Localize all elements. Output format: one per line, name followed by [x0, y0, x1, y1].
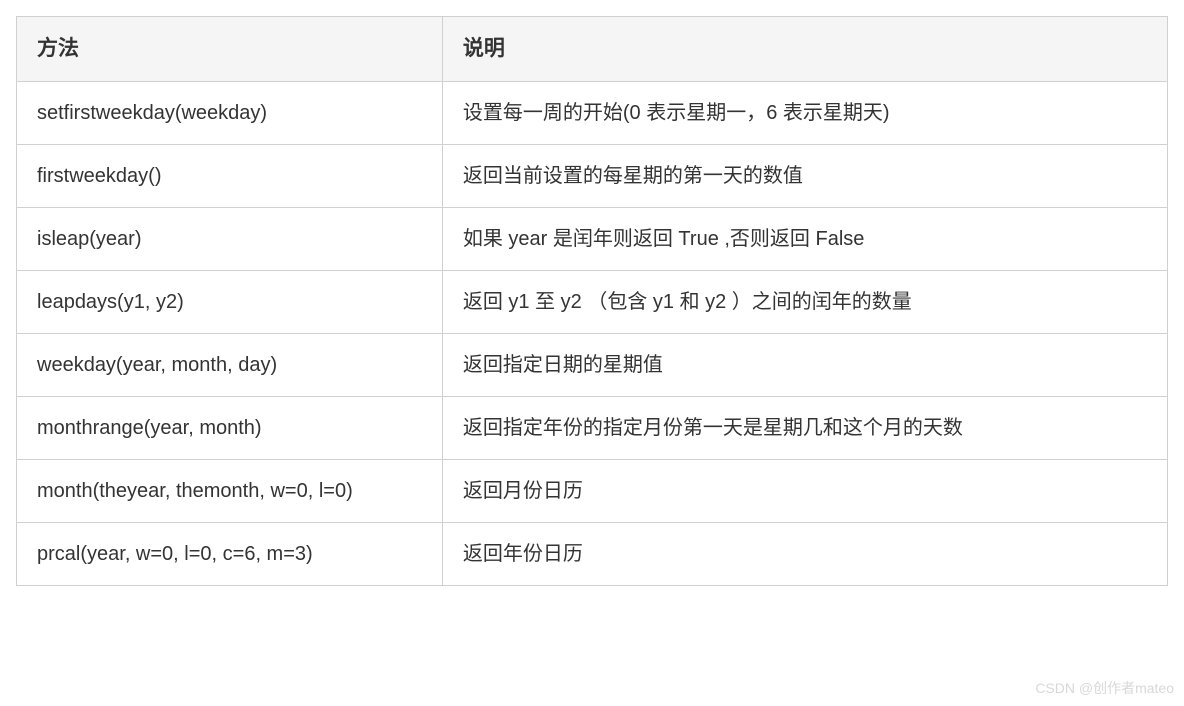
cell-description: 如果 year 是闰年则返回 True ,否则返回 False	[442, 207, 1167, 270]
cell-method: prcal(year, w=0, l=0, c=6, m=3)	[17, 522, 443, 585]
cell-method: monthrange(year, month)	[17, 396, 443, 459]
table-header-row: 方法 说明	[17, 17, 1168, 82]
table-row: setfirstweekday(weekday) 设置每一周的开始(0 表示星期…	[17, 81, 1168, 144]
table-row: month(theyear, themonth, w=0, l=0) 返回月份日…	[17, 459, 1168, 522]
table-row: weekday(year, month, day) 返回指定日期的星期值	[17, 333, 1168, 396]
cell-method: leapdays(y1, y2)	[17, 270, 443, 333]
header-method: 方法	[17, 17, 443, 82]
table-row: monthrange(year, month) 返回指定年份的指定月份第一天是星…	[17, 396, 1168, 459]
cell-method: month(theyear, themonth, w=0, l=0)	[17, 459, 443, 522]
cell-description: 设置每一周的开始(0 表示星期一，6 表示星期天)	[442, 81, 1167, 144]
table-row: firstweekday() 返回当前设置的每星期的第一天的数值	[17, 144, 1168, 207]
cell-method: isleap(year)	[17, 207, 443, 270]
cell-method: firstweekday()	[17, 144, 443, 207]
cell-description: 返回年份日历	[442, 522, 1167, 585]
cell-description: 返回 y1 至 y2 （包含 y1 和 y2 ）之间的闰年的数量	[442, 270, 1167, 333]
header-description: 说明	[442, 17, 1167, 82]
cell-description: 返回指定年份的指定月份第一天是星期几和这个月的天数	[442, 396, 1167, 459]
cell-description: 返回月份日历	[442, 459, 1167, 522]
table-row: leapdays(y1, y2) 返回 y1 至 y2 （包含 y1 和 y2 …	[17, 270, 1168, 333]
cell-description: 返回当前设置的每星期的第一天的数值	[442, 144, 1167, 207]
cell-description: 返回指定日期的星期值	[442, 333, 1167, 396]
table-row: prcal(year, w=0, l=0, c=6, m=3) 返回年份日历	[17, 522, 1168, 585]
watermark-text: CSDN @创作者mateo	[1035, 678, 1174, 698]
methods-table: 方法 说明 setfirstweekday(weekday) 设置每一周的开始(…	[16, 16, 1168, 586]
cell-method: weekday(year, month, day)	[17, 333, 443, 396]
cell-method: setfirstweekday(weekday)	[17, 81, 443, 144]
table-row: isleap(year) 如果 year 是闰年则返回 True ,否则返回 F…	[17, 207, 1168, 270]
